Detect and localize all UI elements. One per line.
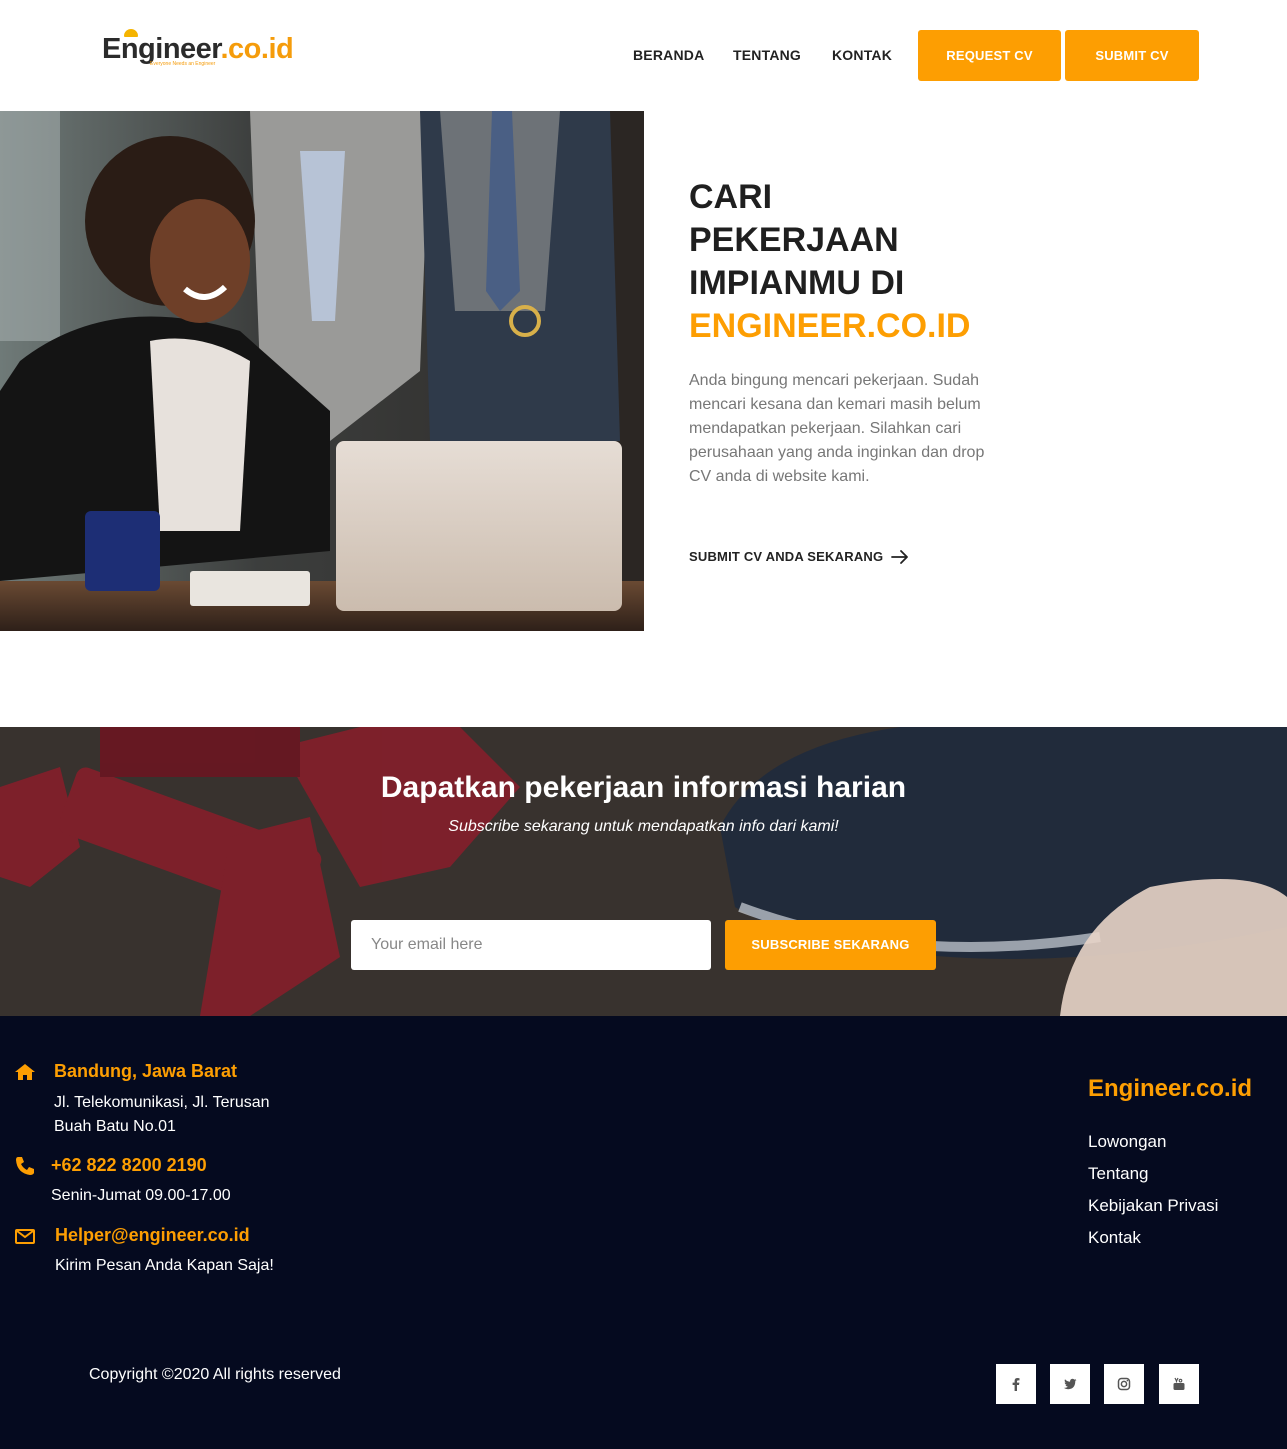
logo-wordmark: Engineer.co.id bbox=[102, 33, 294, 65]
facebook-button[interactable] bbox=[996, 1364, 1036, 1404]
submit-cv-now-link[interactable]: SUBMIT CV ANDA SEKARANG bbox=[689, 549, 883, 564]
request-cv-button[interactable]: REQUEST CV bbox=[918, 30, 1061, 81]
twitter-icon bbox=[1063, 1378, 1077, 1390]
hero-title-line: CARI bbox=[689, 178, 773, 216]
nav-tentang[interactable]: TENTANG bbox=[733, 47, 801, 63]
home-icon bbox=[15, 1064, 35, 1080]
facebook-icon bbox=[1012, 1378, 1020, 1391]
phone-number[interactable]: +62 822 8200 2190 bbox=[51, 1155, 207, 1176]
submit-cv-button[interactable]: SUBMIT CV bbox=[1065, 30, 1199, 81]
office-hours: Senin-Jumat 09.00-17.00 bbox=[51, 1187, 231, 1204]
copyright-text: Copyright ©2020 All rights reserved bbox=[89, 1366, 341, 1383]
youtube-button[interactable] bbox=[1159, 1364, 1199, 1404]
subscribe-button[interactable]: SUBSCRIBE SEKARANG bbox=[725, 920, 936, 970]
footer-brand: Engineer.co.id bbox=[1088, 1075, 1253, 1102]
instagram-button[interactable] bbox=[1104, 1364, 1144, 1404]
email-note: Kirim Pesan Anda Kapan Saja! bbox=[55, 1257, 274, 1274]
footer-link-kebijakan-privasi[interactable]: Kebijakan Privasi bbox=[1088, 1196, 1218, 1216]
twitter-button[interactable] bbox=[1050, 1364, 1090, 1404]
logo-tagline: Everyone Needs an Engineer bbox=[150, 61, 216, 67]
hero-title-accent: ENGINEER.CO.ID bbox=[689, 307, 971, 345]
address-line: Jl. Telekomunikasi, Jl. Terusan bbox=[54, 1094, 270, 1111]
instagram-icon bbox=[1117, 1377, 1131, 1391]
email-address[interactable]: Helper@engineer.co.id bbox=[55, 1225, 250, 1246]
address-title: Bandung, Jawa Barat bbox=[54, 1061, 238, 1081]
nav-kontak[interactable]: KONTAK bbox=[832, 47, 892, 63]
address-line: Buah Batu No.01 bbox=[54, 1118, 176, 1135]
youtube-icon bbox=[1173, 1377, 1185, 1390]
site-header: Engineer.co.id Everyone Needs an Enginee… bbox=[0, 0, 1287, 111]
footer-link-lowongan[interactable]: Lowongan bbox=[1088, 1132, 1166, 1152]
hero-title-line: PEKERJAAN bbox=[689, 221, 899, 259]
footer-link-tentang[interactable]: Tentang bbox=[1088, 1164, 1149, 1184]
hero-title-line: IMPIANMU DI bbox=[689, 264, 905, 302]
hero-title: CARI PEKERJAAN IMPIANMU DI ENGINEER.CO.I… bbox=[689, 176, 1029, 348]
subscribe-title: Dapatkan pekerjaan informasi harian bbox=[380, 771, 907, 804]
email-input[interactable] bbox=[351, 920, 711, 970]
hero-description: Anda bingung mencari pekerjaan. Sudah me… bbox=[689, 372, 985, 485]
footer-link-kontak[interactable]: Kontak bbox=[1088, 1228, 1141, 1248]
hero-image bbox=[0, 111, 644, 631]
phone-icon bbox=[16, 1157, 34, 1175]
subscribe-subtitle: Subscribe sekarang untuk mendapatkan inf… bbox=[448, 818, 839, 835]
nav-beranda[interactable]: BERANDA bbox=[633, 47, 704, 63]
arrow-right-icon[interactable] bbox=[891, 549, 909, 565]
envelope-icon bbox=[15, 1229, 35, 1244]
site-logo[interactable]: Engineer.co.id Everyone Needs an Enginee… bbox=[102, 28, 294, 74]
